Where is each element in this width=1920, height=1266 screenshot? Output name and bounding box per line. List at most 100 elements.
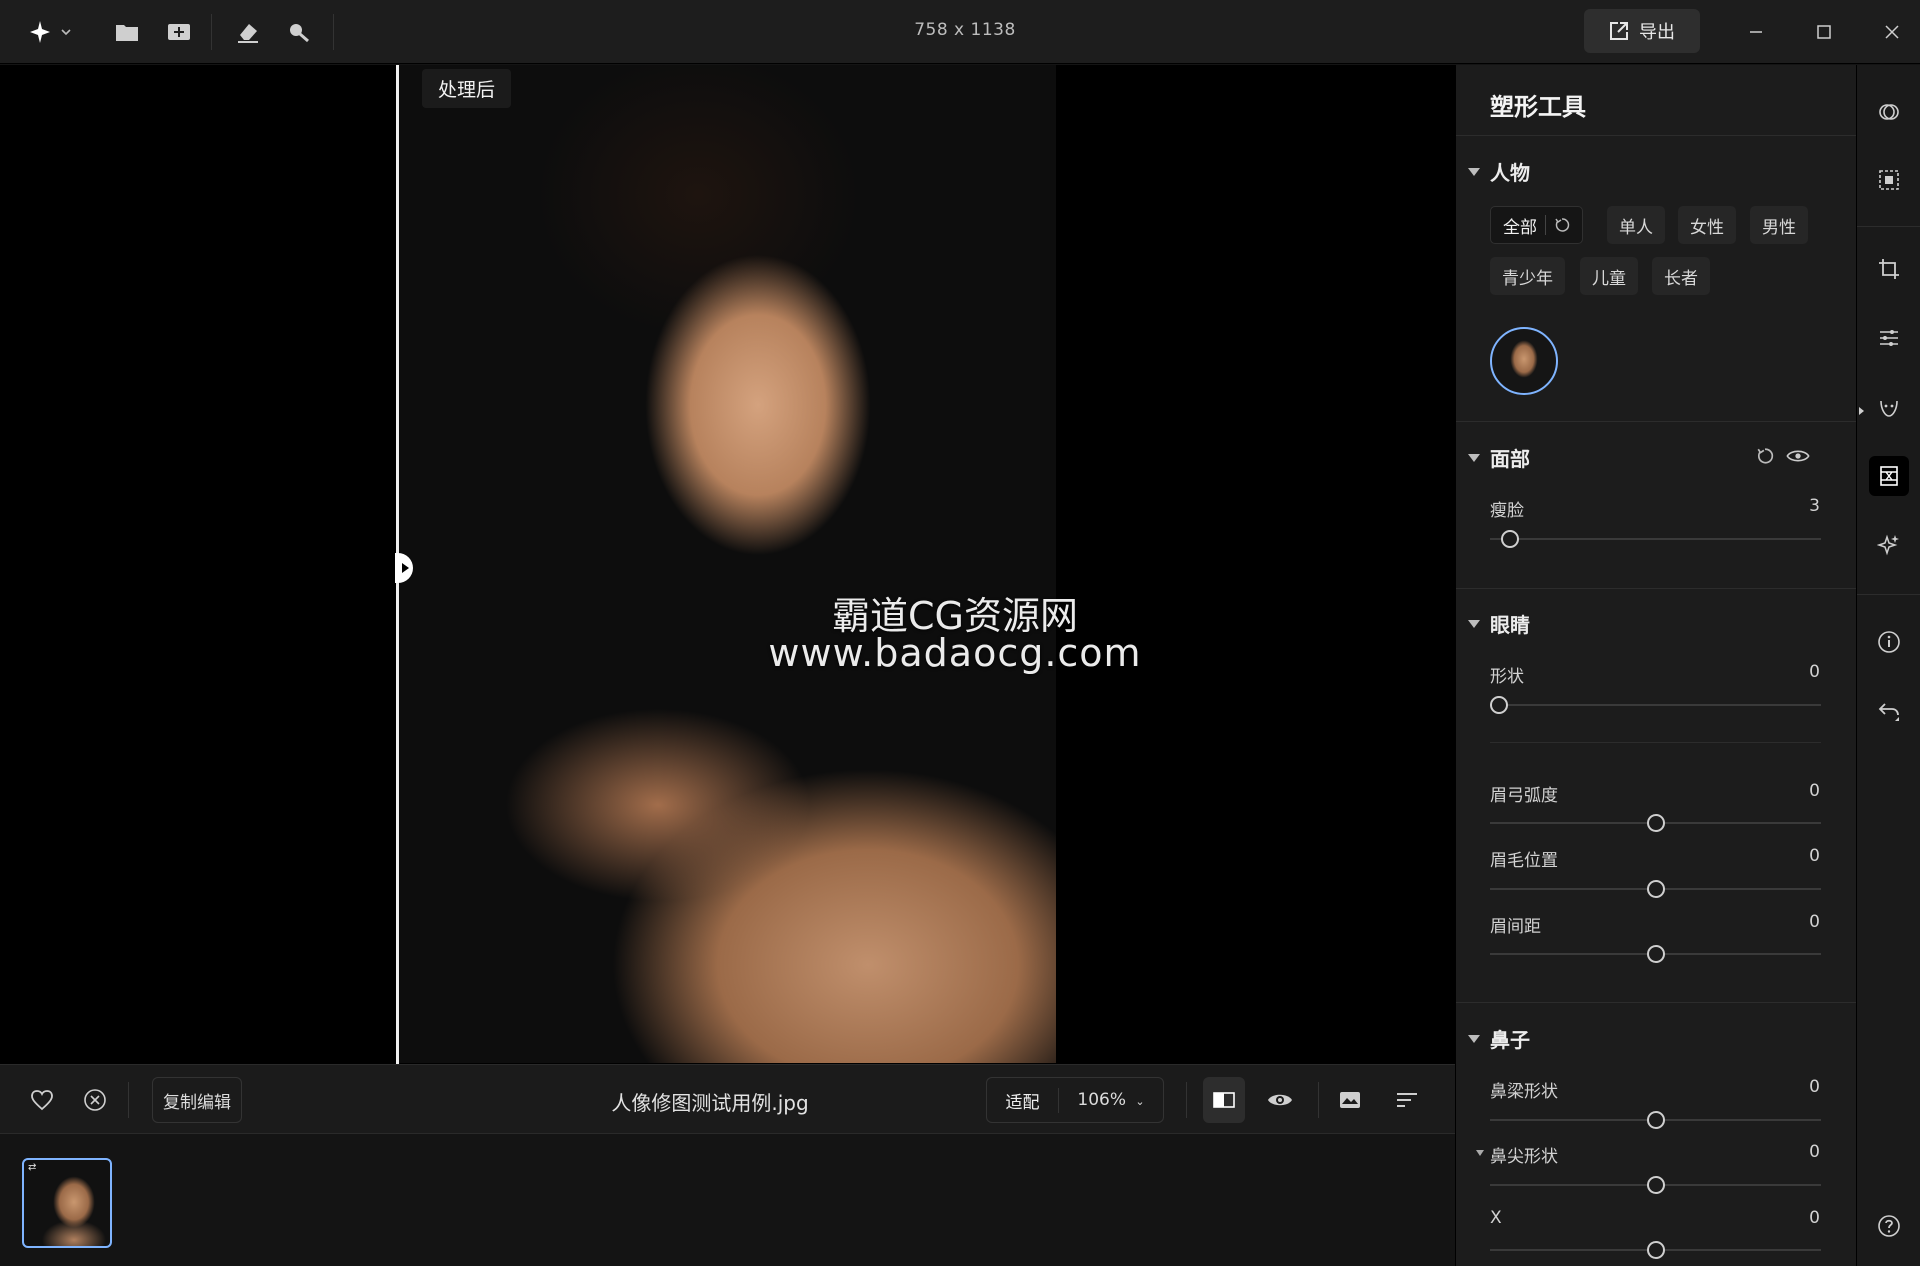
sliders-icon	[1880, 330, 1898, 346]
reject-button[interactable]	[77, 1082, 113, 1118]
panel-divider	[1456, 588, 1856, 589]
image-strip-icon	[1340, 1092, 1360, 1108]
rail-expand-indicator	[1859, 407, 1864, 415]
section-people-header[interactable]: 人物	[1468, 157, 1530, 186]
preview-toggle-button[interactable]	[1262, 1082, 1298, 1118]
maximize-icon	[1817, 25, 1831, 39]
crop-icon	[1879, 259, 1899, 279]
rail-divider	[1857, 594, 1920, 595]
section-face-title: 面部	[1490, 447, 1530, 471]
section-nose-header[interactable]: 鼻子	[1468, 1024, 1530, 1053]
panel-divider	[1456, 421, 1856, 422]
zoom-dropdown[interactable]: 106% ⌄	[1059, 1090, 1163, 1110]
slider-track[interactable]	[1490, 704, 1821, 706]
slider-knob[interactable]	[1646, 945, 1665, 963]
shape-tools-panel: 塑形工具 人物 全部 单人 女性 男性 青少年 儿童 长者 面部 瘦脸 3 眼睛…	[1455, 65, 1856, 1266]
chip-elder[interactable]: 长者	[1652, 257, 1710, 295]
rail-adjust-button[interactable]	[1869, 318, 1909, 358]
selection-icon	[1879, 170, 1899, 190]
chip-female[interactable]: 女性	[1678, 206, 1736, 244]
eye-icon[interactable]	[1786, 448, 1810, 464]
maximize-button[interactable]	[1804, 14, 1844, 50]
slider-knob[interactable]	[1490, 696, 1508, 714]
section-people-title: 人物	[1490, 161, 1530, 185]
collapse-arrow-icon	[1468, 1034, 1480, 1043]
fit-button[interactable]: 适配	[987, 1087, 1059, 1113]
slider-value: 3	[1809, 496, 1820, 516]
toolbar-divider	[1186, 1082, 1187, 1118]
export-icon	[1610, 22, 1628, 40]
favorite-button[interactable]	[24, 1082, 60, 1118]
slider-label: 瘦脸	[1490, 501, 1524, 521]
chip-teen[interactable]: 青少年	[1490, 257, 1565, 295]
image-canvas[interactable]: 处理后 霸道CG资源网 www.badaocg.com	[0, 65, 1455, 1064]
rail-select-button[interactable]	[1869, 160, 1909, 200]
section-face-header[interactable]: 面部	[1468, 443, 1530, 472]
rail-portrait-button[interactable]	[1869, 387, 1909, 427]
slider-knob[interactable]	[1646, 1176, 1665, 1194]
slider-value: 0	[1809, 846, 1820, 866]
slider-label: 眉间距	[1490, 917, 1541, 937]
face-retouch-icon	[1880, 400, 1898, 417]
slider-value: 0	[1809, 781, 1820, 801]
sort-button[interactable]	[1389, 1082, 1425, 1118]
export-label: 导出	[1639, 22, 1675, 43]
toolbar-divider	[1318, 1082, 1319, 1118]
slider-knob[interactable]	[1646, 814, 1665, 832]
chip-divider	[1545, 215, 1546, 235]
slider-label: 眉毛位置	[1490, 851, 1558, 871]
section-nose-title: 鼻子	[1490, 1028, 1530, 1052]
rail-presets-button[interactable]	[1869, 92, 1909, 132]
rail-divider	[1857, 226, 1920, 227]
filmstrip-toggle-button[interactable]	[1332, 1082, 1368, 1118]
section-eyes-header[interactable]: 眼睛	[1468, 609, 1530, 638]
edited-badge-icon: ⇄	[28, 1162, 37, 1173]
compare-view-button[interactable]	[1203, 1077, 1245, 1123]
detected-face-avatar[interactable]	[1490, 327, 1558, 395]
info-icon	[1878, 631, 1900, 653]
export-button[interactable]: 导出	[1584, 9, 1700, 53]
collapse-arrow-icon	[1468, 167, 1480, 176]
chip-child[interactable]: 儿童	[1580, 257, 1638, 295]
slider-value: 0	[1809, 1208, 1820, 1228]
sort-icon	[1397, 1093, 1417, 1107]
reset-icon[interactable]	[1554, 217, 1570, 233]
expand-arrow-icon[interactable]	[1476, 1150, 1484, 1156]
watermark-url: www.badaocg.com	[768, 631, 1142, 675]
rail-crop-button[interactable]	[1869, 249, 1909, 289]
chip-single[interactable]: 单人	[1607, 206, 1665, 244]
filmstrip-thumbnail[interactable]: ⇄	[22, 1158, 112, 1248]
rail-ai-button[interactable]	[1869, 525, 1909, 565]
slider-value: 0	[1809, 912, 1820, 932]
file-name: 人像修图测试用例.jpg	[611, 1091, 809, 1115]
chevron-down-icon: ⌄	[1135, 1095, 1145, 1108]
slider-knob[interactable]	[1646, 880, 1665, 898]
rail-shape-tools-button[interactable]	[1869, 456, 1909, 496]
minimize-button[interactable]	[1736, 14, 1776, 50]
slider-knob[interactable]	[1500, 530, 1519, 548]
eye-icon	[1268, 1094, 1292, 1106]
rail-info-button[interactable]	[1869, 622, 1909, 662]
chip-label: 全部	[1503, 217, 1537, 238]
zoom-value: 106%	[1077, 1090, 1126, 1110]
reject-icon	[84, 1089, 106, 1111]
slider-label: 鼻梁形状	[1490, 1082, 1558, 1102]
panel-divider	[1456, 135, 1856, 136]
toolbar-divider	[128, 1082, 129, 1118]
portrait-photo	[398, 65, 1056, 1063]
chip-male[interactable]: 男性	[1750, 206, 1808, 244]
collapse-arrow-icon	[1468, 619, 1480, 628]
close-window-button[interactable]	[1872, 14, 1912, 50]
rail-history-button[interactable]	[1869, 691, 1909, 731]
section-eyes-title: 眼睛	[1490, 613, 1530, 637]
slider-knob[interactable]	[1646, 1111, 1665, 1129]
minimize-icon	[1750, 31, 1762, 33]
slider-track[interactable]	[1490, 538, 1821, 540]
copy-edits-button[interactable]: 复制编辑	[152, 1077, 242, 1123]
reset-icon[interactable]	[1756, 447, 1774, 465]
overlap-circles-icon	[1879, 104, 1899, 120]
filmstrip: ⇄	[0, 1134, 1455, 1266]
chip-all[interactable]: 全部	[1490, 206, 1583, 244]
rail-help-button[interactable]	[1869, 1206, 1909, 1246]
slider-knob[interactable]	[1646, 1241, 1665, 1259]
